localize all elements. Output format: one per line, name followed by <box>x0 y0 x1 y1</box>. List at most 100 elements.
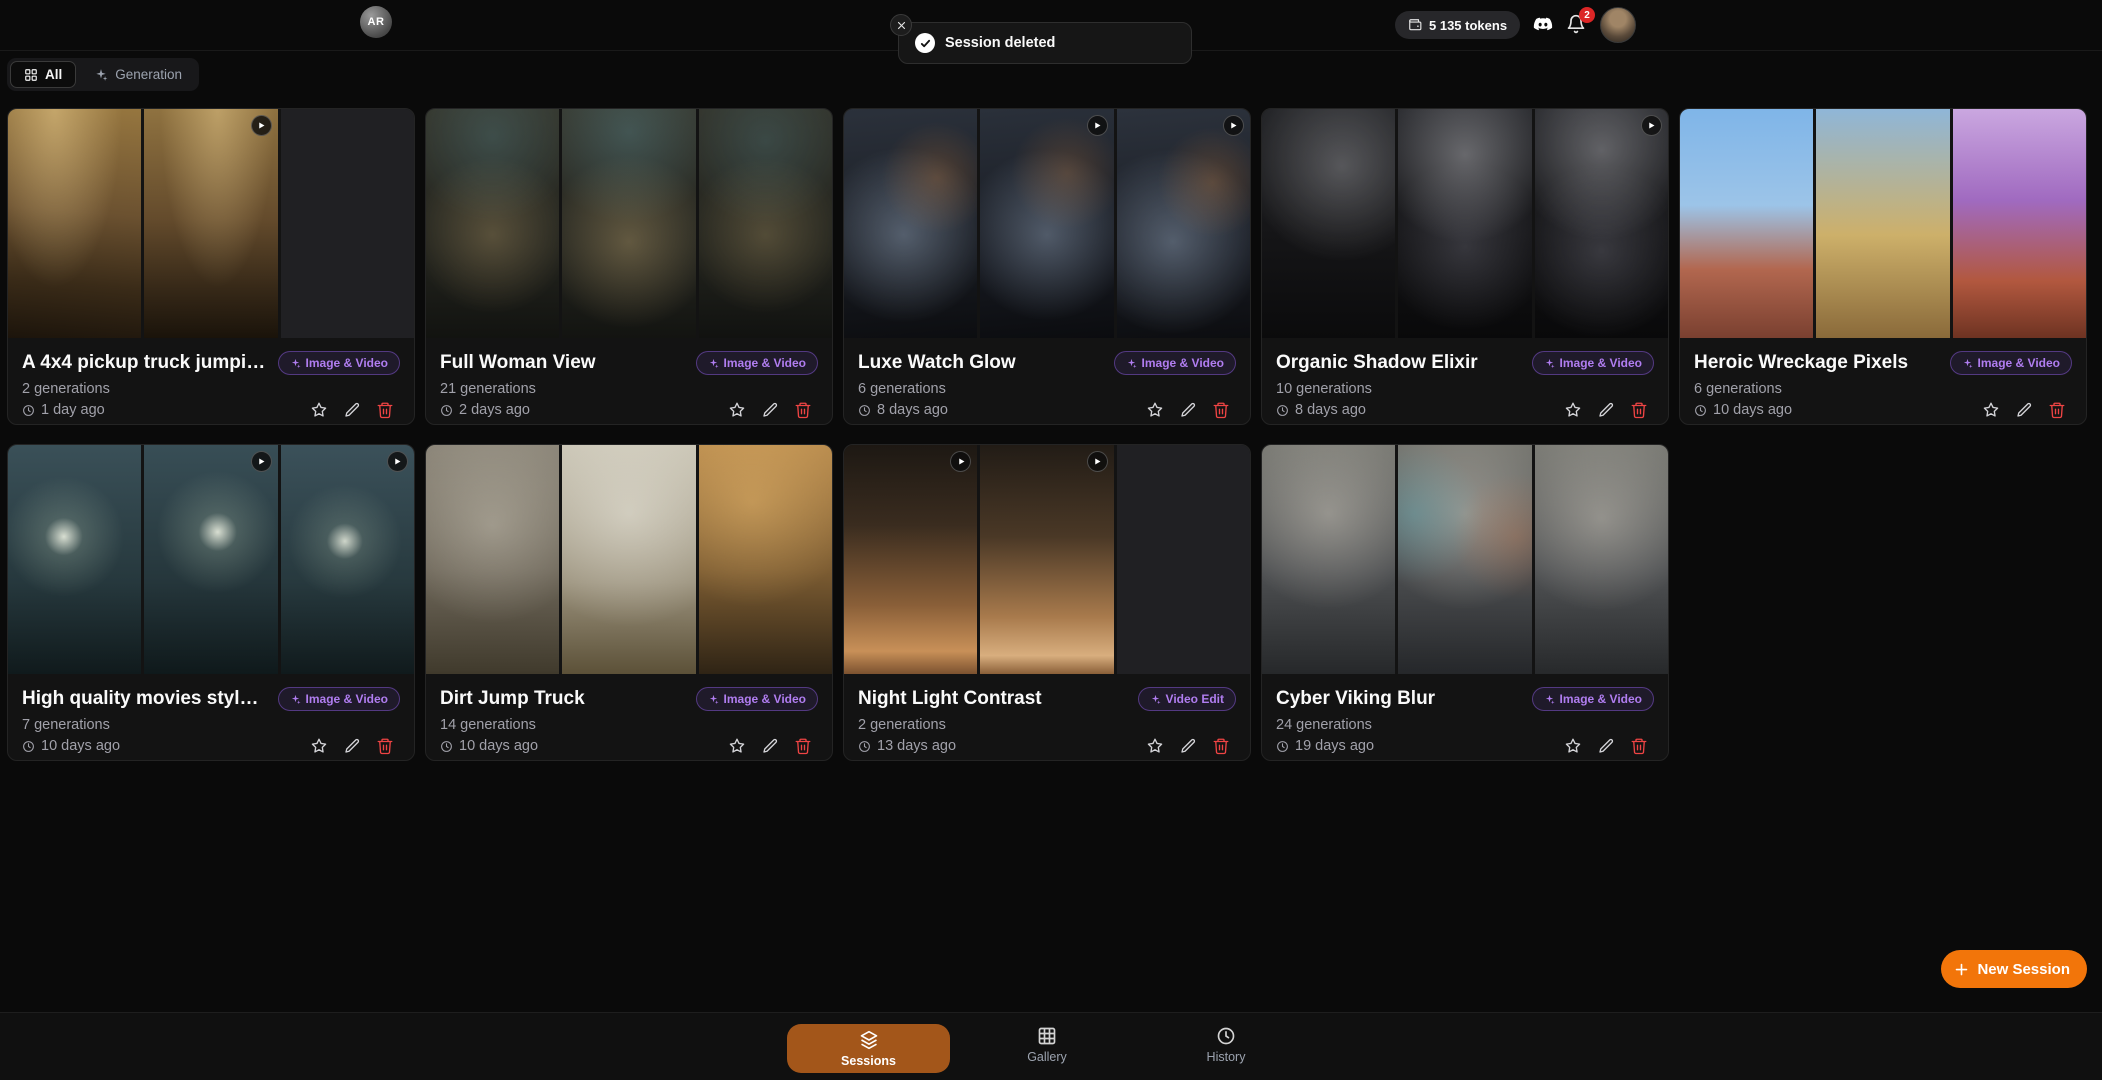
session-age: 10 days ago <box>1694 402 1792 418</box>
star-icon <box>1564 401 1582 419</box>
edit-button[interactable] <box>1179 737 1197 755</box>
thumbnail[interactable] <box>1816 109 1949 338</box>
delete-button[interactable] <box>794 737 812 755</box>
discord-icon[interactable] <box>1532 14 1554 36</box>
thumbnail[interactable] <box>1535 445 1668 674</box>
thumbnail[interactable] <box>699 109 832 338</box>
nav-item-sessions[interactable]: Sessions <box>787 1024 950 1073</box>
edit-button[interactable] <box>761 737 779 755</box>
edit-button[interactable] <box>1179 401 1197 419</box>
thumbnail[interactable] <box>281 445 414 674</box>
tab-generation[interactable]: Generation <box>80 61 196 88</box>
thumbnail[interactable] <box>1953 109 2086 338</box>
thumbnail[interactable] <box>426 445 559 674</box>
delete-button[interactable] <box>794 401 812 419</box>
thumbnail[interactable] <box>1398 445 1531 674</box>
delete-button[interactable] <box>1630 401 1648 419</box>
delete-button[interactable] <box>2048 401 2066 419</box>
thumbnail[interactable] <box>562 445 695 674</box>
favorite-button[interactable] <box>310 401 328 419</box>
thumbnail[interactable] <box>1262 445 1395 674</box>
session-type-badge: Image & Video <box>696 351 818 375</box>
badge-label: Image & Video <box>306 692 388 706</box>
delete-button[interactable] <box>376 401 394 419</box>
delete-button[interactable] <box>1212 401 1230 419</box>
filter-tabs: AllGeneration <box>7 58 199 91</box>
play-icon <box>950 451 971 472</box>
thumbnail[interactable] <box>980 445 1113 674</box>
favorite-button[interactable] <box>310 737 328 755</box>
favorite-button[interactable] <box>1146 401 1164 419</box>
session-card[interactable]: Heroic Wreckage Pixels Image & Video 6 g… <box>1679 108 2087 425</box>
toast-close-button[interactable] <box>890 14 912 36</box>
card-actions <box>310 737 400 755</box>
session-card[interactable]: Luxe Watch Glow Image & Video 6 generati… <box>843 108 1251 425</box>
new-session-button[interactable]: New Session <box>1941 950 2087 988</box>
favorite-button[interactable] <box>728 737 746 755</box>
delete-button[interactable] <box>1212 737 1230 755</box>
age-label: 13 days ago <box>877 738 956 754</box>
favorite-button[interactable] <box>1146 737 1164 755</box>
sparkles-icon <box>94 68 108 82</box>
thumbnail[interactable] <box>144 109 277 338</box>
thumbnail[interactable] <box>8 445 141 674</box>
thumbnail[interactable] <box>426 109 559 338</box>
trash-icon <box>1212 401 1230 419</box>
thumbnail[interactable] <box>8 109 141 338</box>
nav-item-history[interactable]: History <box>1186 1026 1266 1064</box>
user-avatar[interactable] <box>1600 7 1636 43</box>
session-info: Night Light Contrast Video Edit 2 genera… <box>844 674 1250 761</box>
favorite-button[interactable] <box>1564 401 1582 419</box>
session-card[interactable]: Organic Shadow Elixir Image & Video 10 g… <box>1261 108 1669 425</box>
sparkles-icon <box>1150 694 1161 705</box>
favorite-button[interactable] <box>1982 401 2000 419</box>
edit-button[interactable] <box>761 401 779 419</box>
favorite-button[interactable] <box>728 401 746 419</box>
tab-all[interactable]: All <box>10 61 76 88</box>
notifications-button[interactable]: 2 <box>1566 14 1588 36</box>
session-title: Cyber Viking Blur <box>1276 688 1435 710</box>
thumbnail[interactable] <box>1680 109 1813 338</box>
tokens-pill[interactable]: 5 135 tokens <box>1395 11 1520 39</box>
app-logo-avatar[interactable]: AR <box>360 6 392 38</box>
edit-button[interactable] <box>1597 401 1615 419</box>
session-card[interactable]: Cyber Viking Blur Image & Video 24 gener… <box>1261 444 1669 761</box>
thumbnail[interactable] <box>1262 109 1395 338</box>
thumbnail[interactable] <box>980 109 1113 338</box>
thumbnail[interactable] <box>144 445 277 674</box>
thumbnail[interactable] <box>562 109 695 338</box>
session-card[interactable]: Dirt Jump Truck Image & Video 14 generat… <box>425 444 833 761</box>
age-label: 10 days ago <box>1713 402 1792 418</box>
nav-item-gallery[interactable]: Gallery <box>1007 1026 1087 1064</box>
thumbnail[interactable] <box>699 445 832 674</box>
generation-count: 2 generations <box>22 381 400 397</box>
clock-icon <box>1216 1026 1236 1046</box>
thumbnail[interactable] <box>1398 109 1531 338</box>
toast-message: Session deleted <box>945 35 1055 51</box>
session-card[interactable]: A 4x4 pickup truck jumping a bump in... … <box>7 108 415 425</box>
thumbnail[interactable] <box>844 109 977 338</box>
layers-icon <box>859 1030 879 1050</box>
thumbnail[interactable] <box>844 445 977 674</box>
thumbnail[interactable] <box>1117 109 1250 338</box>
success-check-icon <box>915 33 935 53</box>
favorite-button[interactable] <box>1564 737 1582 755</box>
plus-icon <box>1954 962 1969 977</box>
notification-count-badge: 2 <box>1579 7 1595 23</box>
trash-icon <box>794 401 812 419</box>
thumbnail-strip <box>1680 109 2086 338</box>
edit-button[interactable] <box>343 401 361 419</box>
edit-button[interactable] <box>1597 737 1615 755</box>
delete-button[interactable] <box>1630 737 1648 755</box>
trash-icon <box>794 737 812 755</box>
session-card[interactable]: Full Woman View Image & Video 21 generat… <box>425 108 833 425</box>
session-type-badge: Image & Video <box>1532 687 1654 711</box>
session-card[interactable]: High quality movies style shot of a det.… <box>7 444 415 761</box>
generation-count: 7 generations <box>22 717 400 733</box>
edit-button[interactable] <box>2015 401 2033 419</box>
delete-button[interactable] <box>376 737 394 755</box>
edit-button[interactable] <box>343 737 361 755</box>
thumbnail[interactable] <box>1535 109 1668 338</box>
session-card[interactable]: Night Light Contrast Video Edit 2 genera… <box>843 444 1251 761</box>
thumbnail-strip <box>844 445 1250 674</box>
